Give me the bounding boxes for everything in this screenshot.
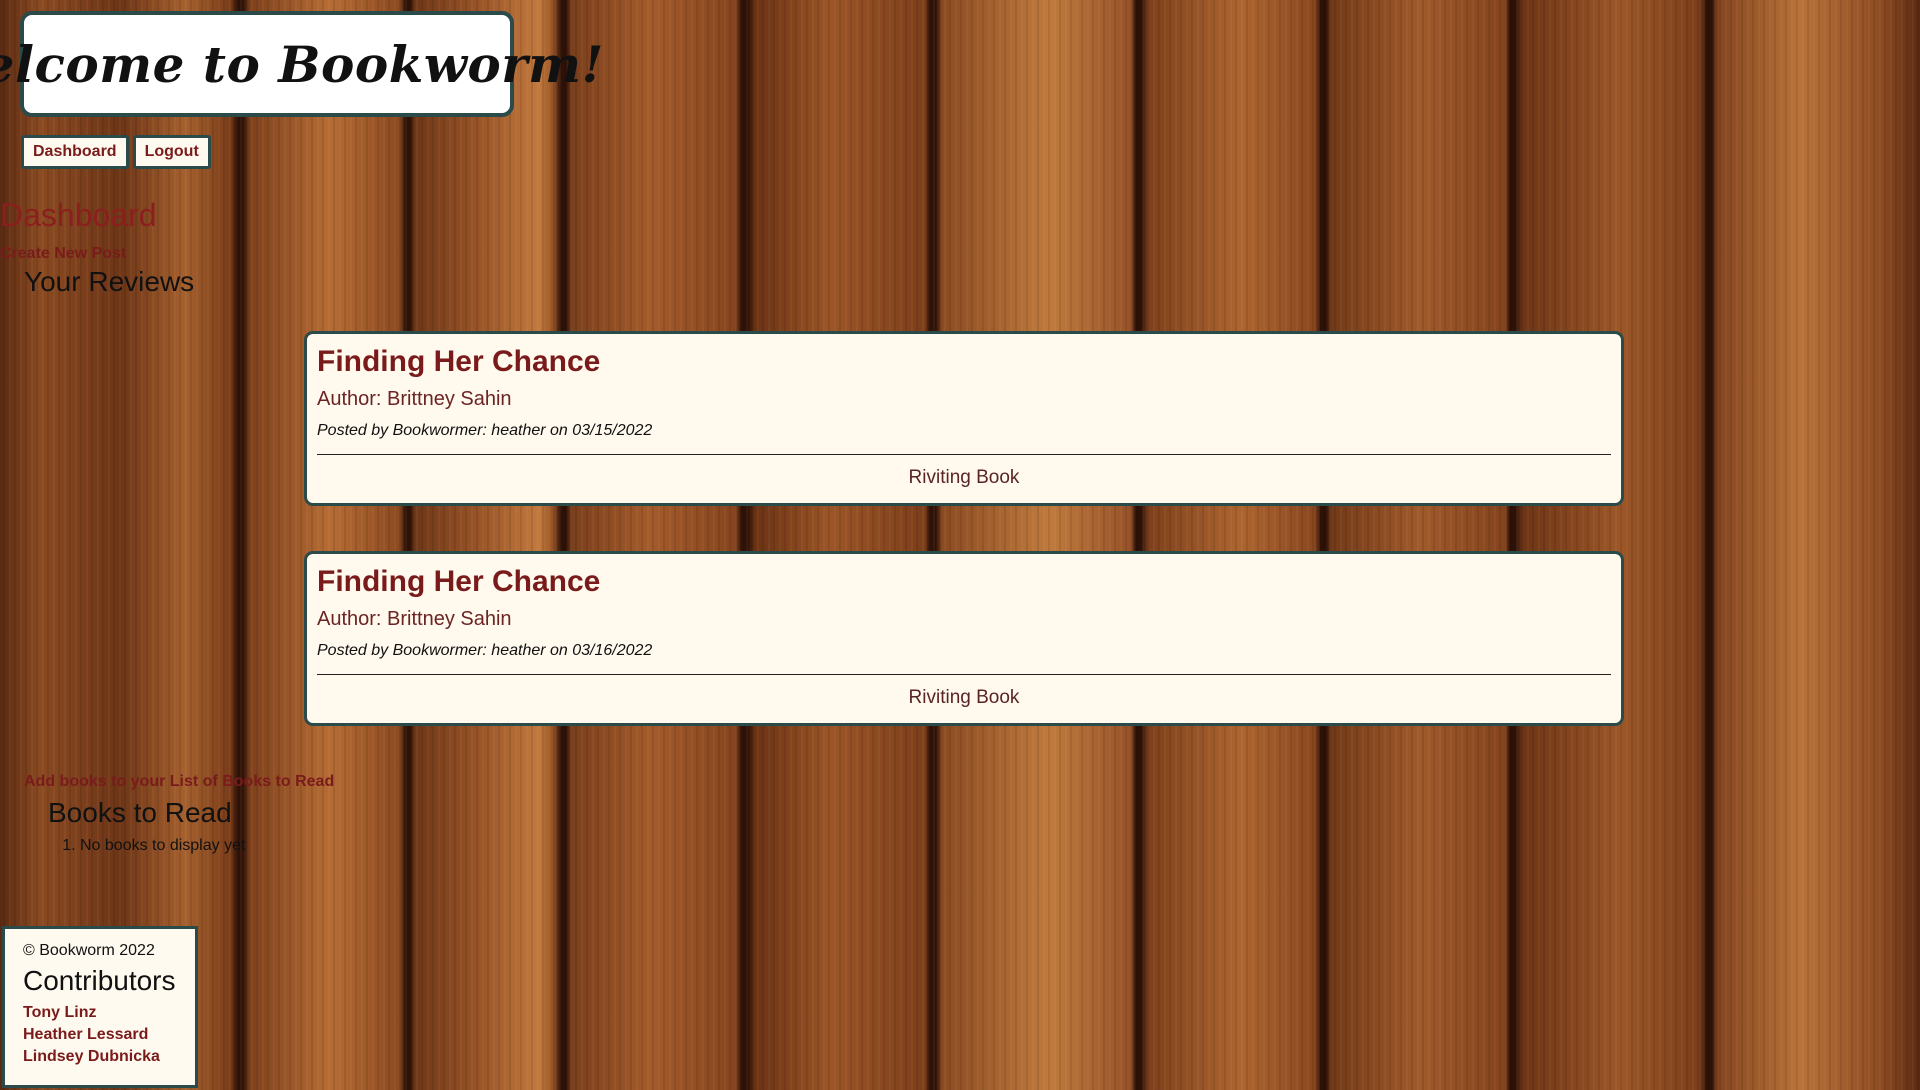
post-author: Author: Brittney Sahin (317, 388, 512, 410)
list-item: No books to display yet (80, 837, 245, 855)
post-card[interactable]: Finding Her Chance Author: Brittney Sahi… (304, 551, 1624, 726)
copyright-text: © Bookworm 2022 (23, 942, 155, 959)
post-meta: Posted by Bookwormer: heather on 03/15/2… (317, 422, 653, 439)
page-title: Dashboard (0, 197, 157, 233)
contributor-link-tony-linz[interactable]: Tony Linz (23, 1004, 195, 1022)
post-title: Finding Her Chance (317, 565, 601, 598)
main-nav: Dashboard Logout (21, 135, 211, 169)
site-title: Welcome to Bookworm! (0, 34, 604, 94)
add-books-link[interactable]: Add books to your List of Books to Read (24, 773, 334, 791)
contributor-link-lindsey-dubnicka[interactable]: Lindsey Dubnicka (23, 1048, 195, 1066)
site-footer: © Bookworm 2022 Contributors Tony Linz H… (2, 926, 198, 1088)
books-to-read-heading: Books to Read (48, 797, 232, 828)
post-card[interactable]: Finding Her Chance Author: Brittney Sahi… (304, 331, 1624, 506)
post-body: Riviting Book (908, 687, 1020, 708)
post-divider (317, 454, 1611, 455)
post-title: Finding Her Chance (317, 345, 601, 378)
your-reviews-heading: Your Reviews (24, 266, 195, 297)
contributor-link-heather-lessard[interactable]: Heather Lessard (23, 1026, 195, 1044)
post-author: Author: Brittney Sahin (317, 608, 512, 630)
logout-button[interactable]: Logout (132, 135, 211, 169)
post-meta: Posted by Bookwormer: heather on 03/16/2… (317, 642, 653, 659)
post-body: Riviting Book (908, 467, 1020, 488)
contributors-heading: Contributors (23, 965, 176, 996)
post-divider (317, 674, 1611, 675)
dashboard-button[interactable]: Dashboard (21, 135, 129, 169)
create-new-post-link[interactable]: Create New Post (0, 245, 126, 263)
site-logo: Welcome to Bookworm! (0, 11, 603, 117)
books-list: No books to display yet (60, 837, 245, 855)
